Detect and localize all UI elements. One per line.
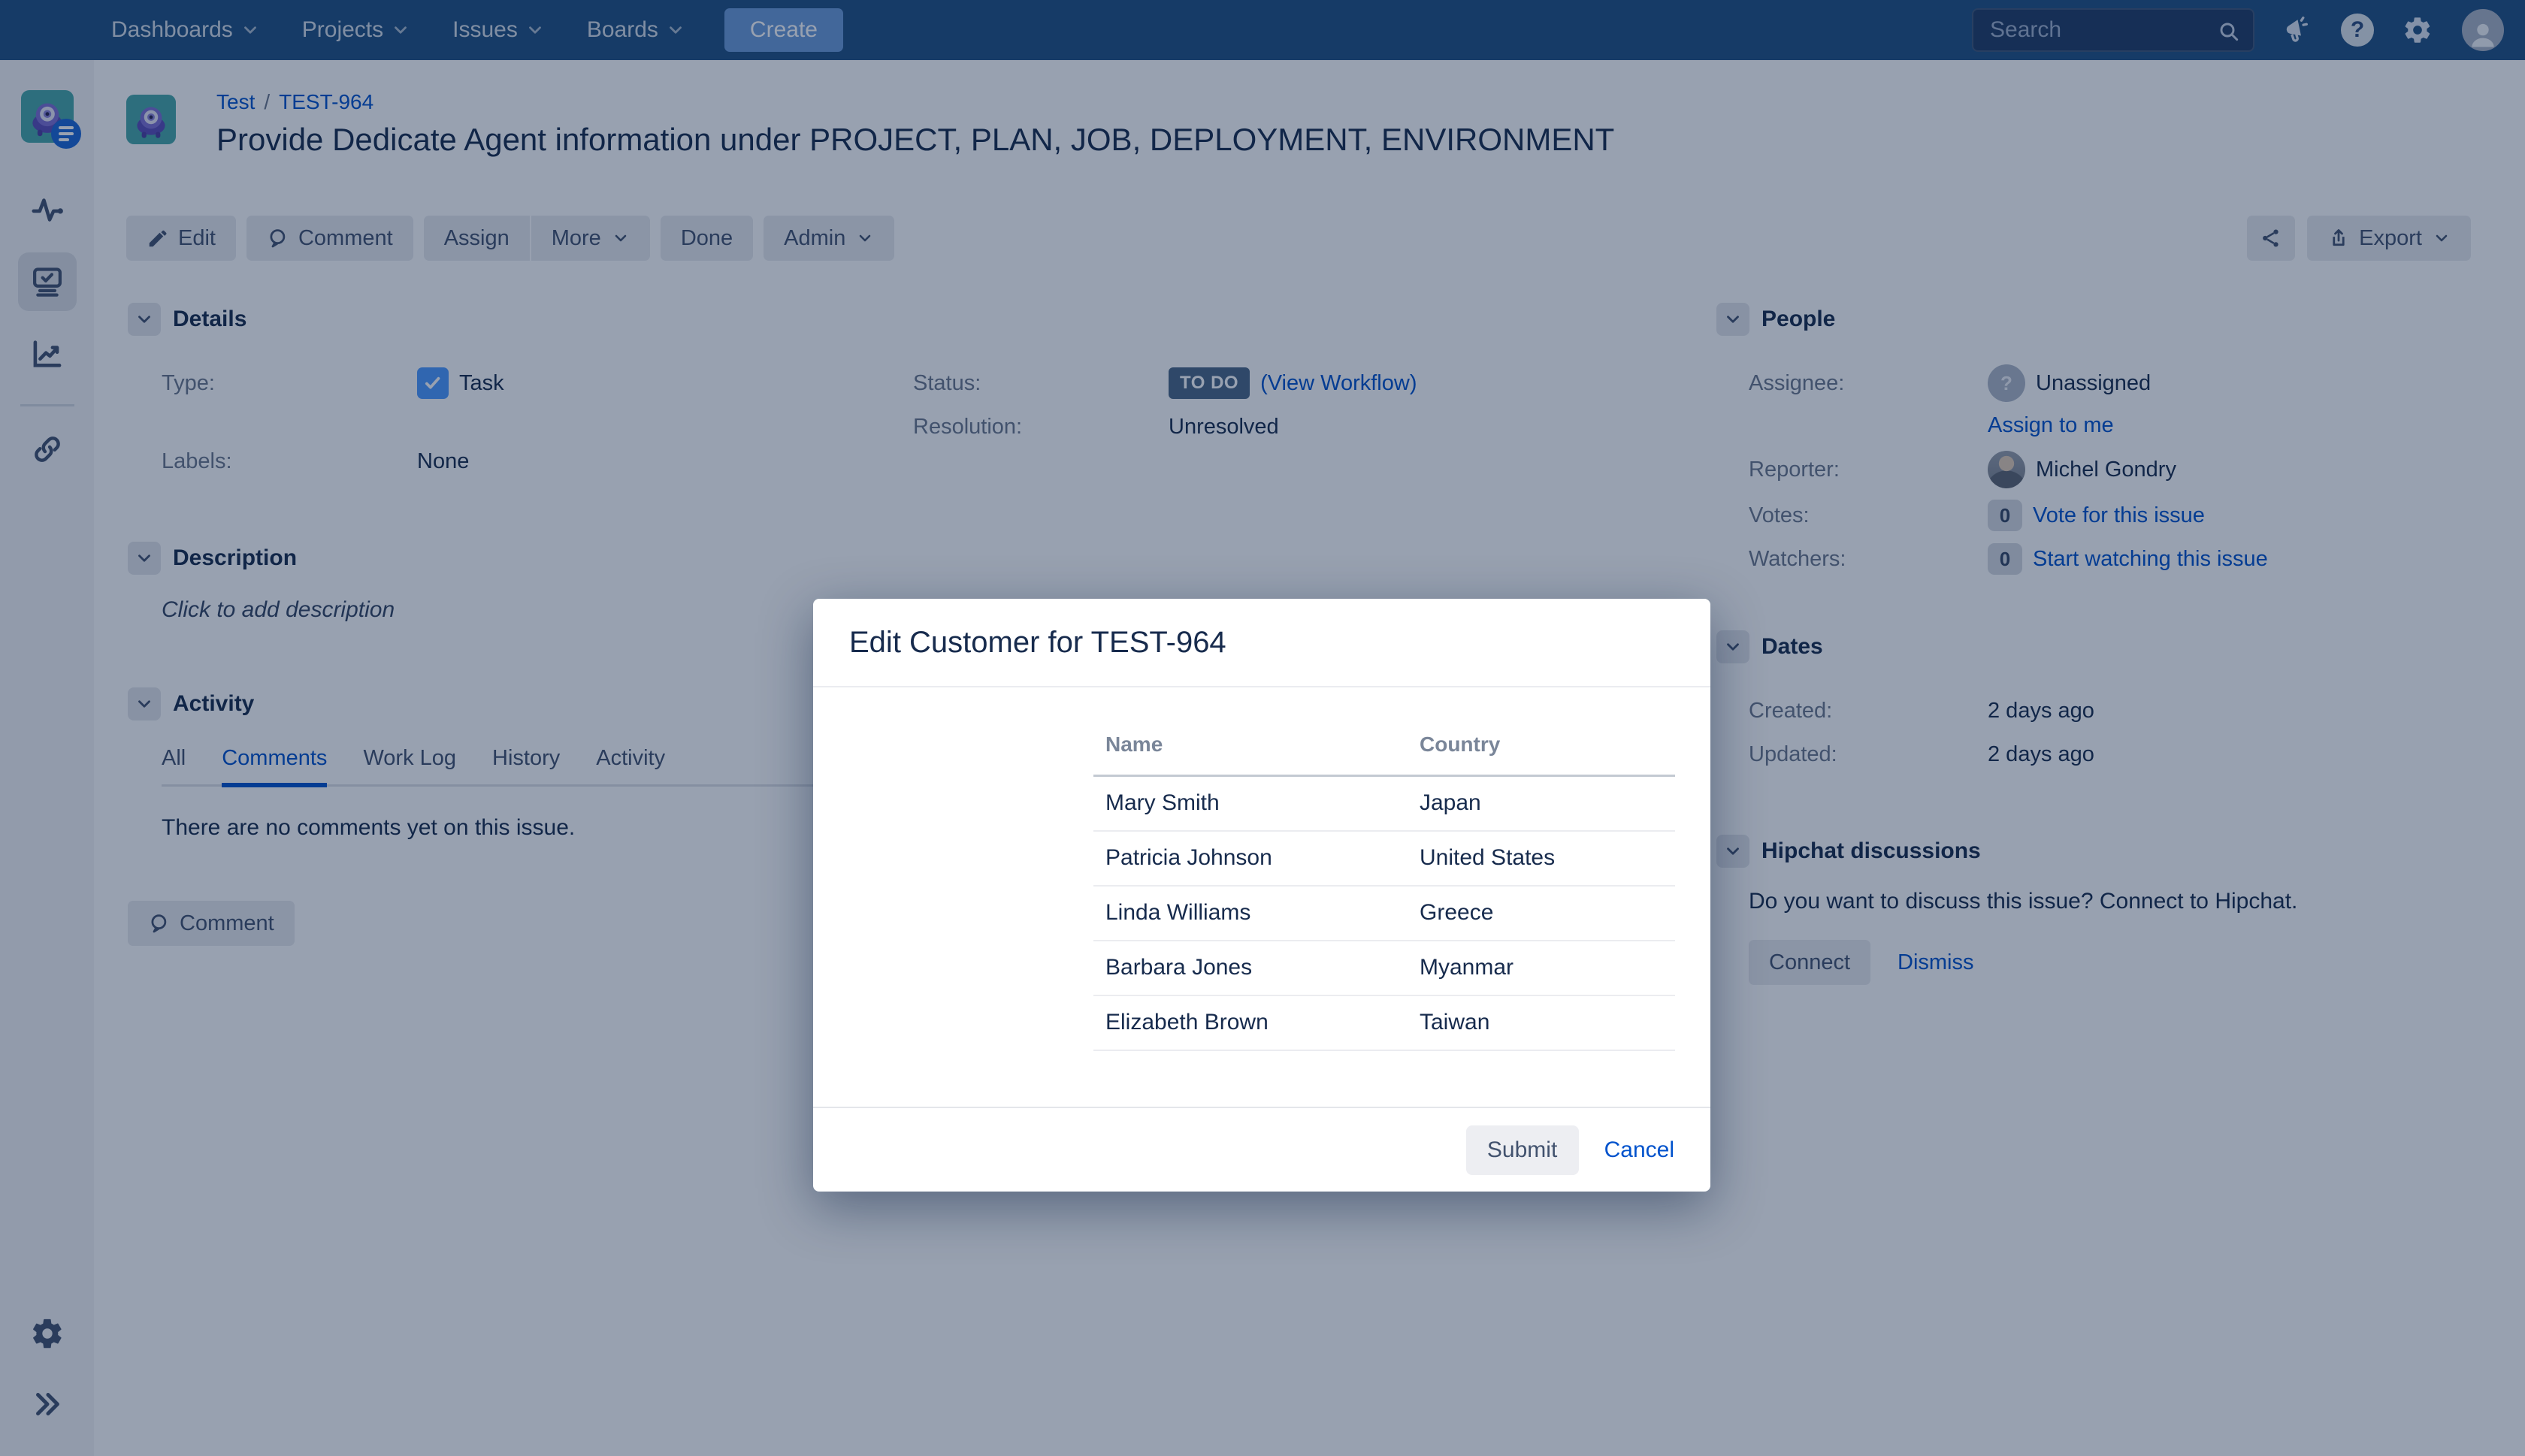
table-row[interactable]: Mary Smith Japan <box>1093 776 1675 831</box>
cell-name: Mary Smith <box>1093 776 1408 831</box>
dialog-header: Edit Customer for TEST-964 <box>813 599 1710 687</box>
table-row[interactable]: Elizabeth Brown Taiwan <box>1093 995 1675 1050</box>
cell-name: Linda Williams <box>1093 886 1408 941</box>
cancel-link[interactable]: Cancel <box>1604 1137 1674 1163</box>
table-row[interactable]: Barbara Jones Myanmar <box>1093 941 1675 995</box>
jira-issue-page: Dashboards Projects Issues Boards Create <box>0 0 2525 1456</box>
dialog-body: Name Country Mary Smith Japan Patricia J… <box>813 687 1710 1107</box>
column-header-country: Country <box>1408 733 1675 776</box>
column-header-name: Name <box>1093 733 1408 776</box>
submit-button[interactable]: Submit <box>1466 1125 1579 1175</box>
cell-name: Patricia Johnson <box>1093 831 1408 886</box>
table-header-row: Name Country <box>1093 733 1675 776</box>
table-row[interactable]: Patricia Johnson United States <box>1093 831 1675 886</box>
dialog-footer: Submit Cancel <box>813 1107 1710 1192</box>
cell-name: Barbara Jones <box>1093 941 1408 995</box>
cell-country: Greece <box>1408 886 1675 941</box>
customer-table: Name Country Mary Smith Japan Patricia J… <box>1093 733 1675 1051</box>
cell-country: United States <box>1408 831 1675 886</box>
cell-country: Taiwan <box>1408 995 1675 1050</box>
edit-customer-dialog: Edit Customer for TEST-964 Name Country … <box>813 599 1710 1192</box>
cell-name: Elizabeth Brown <box>1093 995 1408 1050</box>
dialog-title: Edit Customer for TEST-964 <box>849 626 1226 660</box>
table-row[interactable]: Linda Williams Greece <box>1093 886 1675 941</box>
cell-country: Japan <box>1408 776 1675 831</box>
cell-country: Myanmar <box>1408 941 1675 995</box>
